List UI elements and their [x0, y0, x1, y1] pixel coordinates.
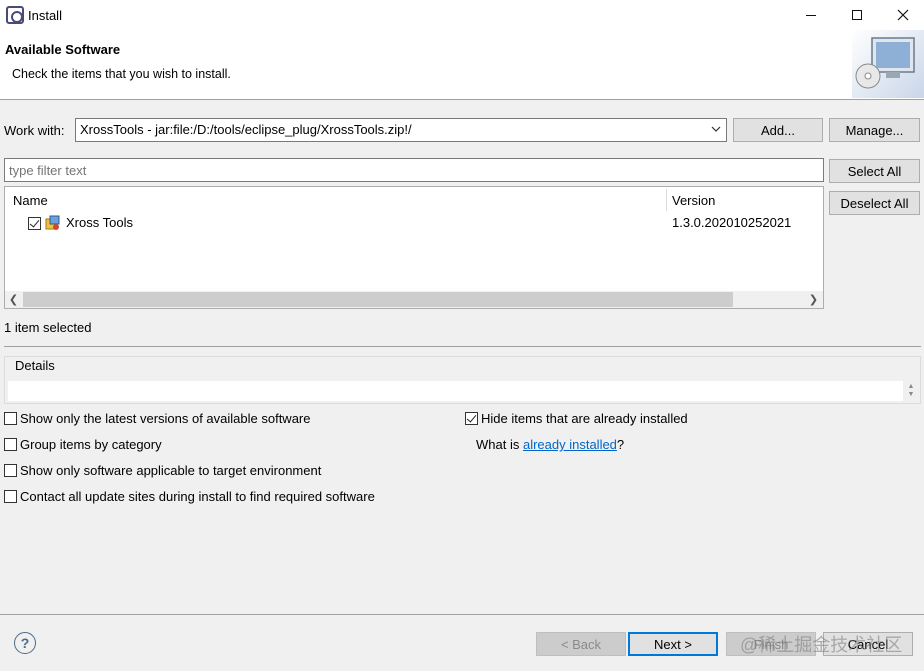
already-installed-link[interactable]: already installed: [523, 437, 617, 452]
footer-divider: [0, 614, 924, 615]
scrollbar-thumb[interactable]: [23, 292, 733, 307]
column-divider[interactable]: [666, 189, 667, 211]
filter-input[interactable]: [4, 158, 824, 182]
horizontal-scrollbar[interactable]: ❮ ❯: [5, 291, 823, 308]
column-header-version[interactable]: Version: [672, 193, 715, 208]
selection-status: 1 item selected: [4, 320, 92, 335]
target-env-label: Show only software applicable to target …: [20, 463, 322, 478]
page-description: Check the items that you wish to install…: [12, 67, 231, 81]
software-table: Name Version Xross Tools 1.3.0.202010252…: [4, 186, 824, 309]
close-icon: [897, 9, 909, 21]
target-env-checkbox[interactable]: [4, 464, 17, 477]
work-with-combo[interactable]: XrossTools - jar:file:/D:/tools/eclipse_…: [75, 118, 727, 142]
details-scroll-icon[interactable]: ▲ ▼: [906, 383, 916, 399]
column-header-name[interactable]: Name: [13, 193, 48, 208]
wizard-header: Available Software Check the items that …: [0, 30, 924, 100]
divider: [4, 346, 921, 347]
help-icon[interactable]: ?: [14, 632, 36, 654]
table-row[interactable]: Xross Tools 1.3.0.202010252021: [5, 213, 823, 233]
work-with-value: XrossTools - jar:file:/D:/tools/eclipse_…: [80, 122, 412, 137]
select-all-button[interactable]: Select All: [829, 159, 920, 183]
what-is-suffix: ?: [616, 437, 625, 452]
hide-installed-checkbox[interactable]: [465, 412, 478, 425]
deselect-all-button[interactable]: Deselect All: [829, 191, 920, 215]
hide-installed-label: Hide items that are already installed: [481, 411, 688, 426]
watermark: @稀土掘金技术社区: [740, 635, 903, 655]
details-text[interactable]: [8, 381, 903, 401]
chevron-down-icon: [711, 126, 721, 132]
latest-versions-label: Show only the latest versions of availab…: [20, 411, 311, 426]
close-button[interactable]: [880, 0, 924, 30]
details-label: Details: [13, 358, 57, 373]
install-banner-icon: [852, 30, 924, 98]
contact-sites-label: Contact all update sites during install …: [20, 489, 375, 504]
row-version: 1.3.0.202010252021: [672, 215, 792, 230]
scroll-left-icon[interactable]: ❮: [5, 292, 22, 307]
details-group: Details ▲ ▼: [4, 356, 921, 404]
maximize-icon: [852, 10, 862, 20]
window-title: Install: [28, 8, 62, 23]
group-by-category-checkbox[interactable]: [4, 438, 17, 451]
title-bar: Install: [0, 0, 924, 30]
page-title: Available Software: [5, 42, 121, 57]
row-name: Xross Tools: [66, 215, 133, 230]
work-with-label: Work with:: [4, 123, 65, 138]
latest-versions-checkbox[interactable]: [4, 412, 17, 425]
manage-sites-button[interactable]: Manage...: [829, 118, 920, 142]
back-button[interactable]: < Back: [536, 632, 626, 656]
add-site-button[interactable]: Add...: [733, 118, 823, 142]
what-is-prefix: What is: [476, 437, 523, 452]
maximize-button[interactable]: [834, 0, 880, 30]
what-is-installed: What is already installed?: [476, 437, 624, 452]
eclipse-app-icon: [6, 6, 24, 24]
feature-group-icon: [45, 215, 60, 230]
minimize-icon: [806, 14, 816, 16]
scroll-right-icon[interactable]: ❯: [805, 292, 822, 307]
contact-sites-checkbox[interactable]: [4, 490, 17, 503]
minimize-button[interactable]: [788, 0, 834, 30]
next-button[interactable]: Next >: [628, 632, 718, 656]
group-by-category-label: Group items by category: [20, 437, 162, 452]
row-checkbox[interactable]: [28, 217, 41, 230]
